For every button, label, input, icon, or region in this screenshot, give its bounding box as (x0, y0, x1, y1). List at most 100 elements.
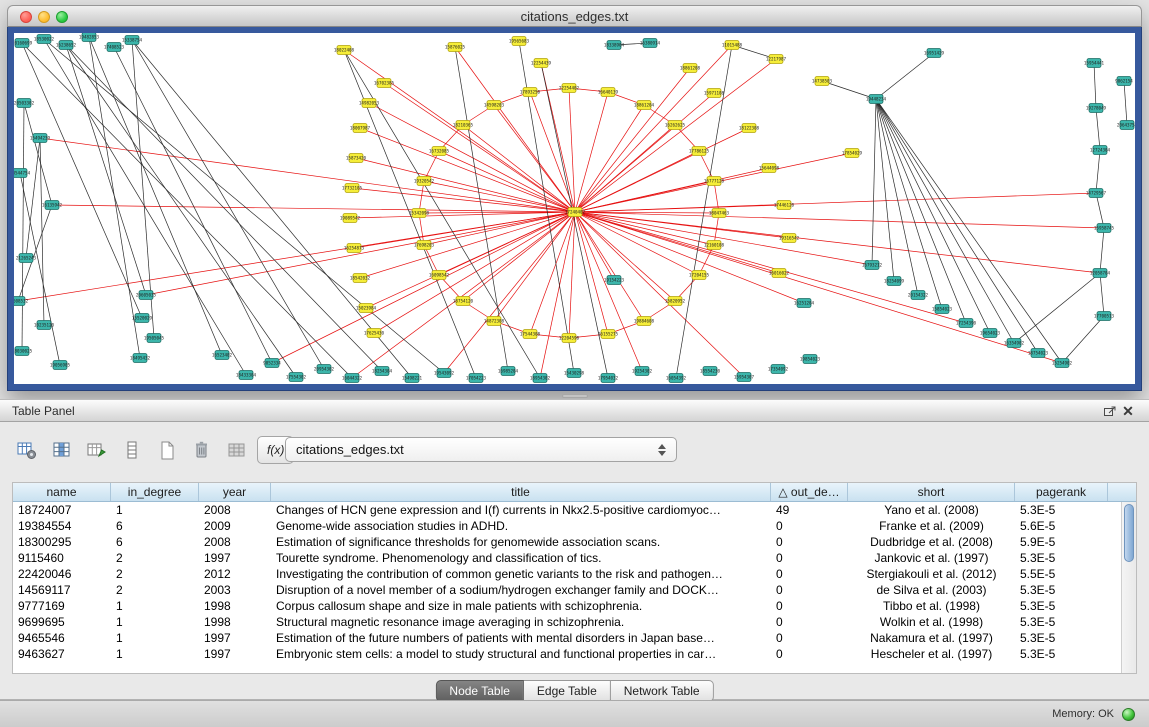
cell-out_degree[interactable]: 0 (771, 519, 848, 533)
cell-name[interactable]: 9777169 (13, 599, 111, 613)
cell-in_degree[interactable]: 1 (111, 647, 199, 661)
cell-title[interactable]: Corpus callosum shape and size in male p… (271, 599, 771, 613)
cell-title[interactable]: Investigating the contribution of common… (271, 567, 771, 581)
graph-node[interactable]: 9862154 (1115, 77, 1133, 86)
table-row[interactable]: 969969511998Structural magnetic resonanc… (13, 614, 1136, 630)
select-columns-icon[interactable] (47, 436, 77, 464)
graph-node[interactable]: 19254302 (632, 367, 653, 376)
graph-node[interactable]: 12204590 (559, 334, 580, 343)
graph-node[interactable]: 18544754 (14, 169, 31, 178)
graph-node[interactable]: 20954302 (314, 365, 335, 374)
float-panel-icon[interactable] (1101, 403, 1119, 419)
graph-node[interactable]: 19884608 (634, 317, 655, 326)
graph-node[interactable]: 12058704 (1090, 269, 1111, 278)
cell-name[interactable]: 19384554 (13, 519, 111, 533)
cell-name[interactable]: 9465546 (13, 631, 111, 645)
cell-year[interactable]: 1997 (199, 551, 271, 565)
cell-title[interactable]: Changes of HCN gene expression and I(f) … (271, 503, 771, 517)
graph-node[interactable]: 14598203 (484, 101, 505, 110)
cell-name[interactable]: 22420046 (13, 567, 111, 581)
graph-node[interactable]: 18122308 (739, 124, 760, 133)
graph-node[interactable]: 19316542 (779, 234, 800, 243)
minimize-button[interactable] (38, 11, 50, 23)
cell-out_degree[interactable]: 0 (771, 535, 848, 549)
graph-node[interactable]: 17893250 (520, 88, 541, 97)
graph-node[interactable]: 12254439 (531, 59, 552, 68)
cell-name[interactable]: 9115460 (13, 551, 111, 565)
cell-short[interactable]: de Silva et al. (2003) (848, 583, 1015, 597)
graph-node[interactable]: 16044322 (342, 374, 363, 383)
table-row[interactable]: 1830029562008Estimation of significance … (13, 534, 1136, 550)
graph-node[interactable]: 16262625 (665, 121, 686, 130)
graph-node[interactable]: 19565683 (509, 37, 530, 46)
graph-node[interactable]: 16254873 (344, 244, 365, 253)
cell-short[interactable]: Wolkin et al. (1998) (848, 615, 1015, 629)
graph-node[interactable]: 18861204 (634, 101, 655, 110)
graph-node[interactable]: 20154322 (908, 291, 929, 300)
graph-node[interactable]: 15494239 (30, 134, 51, 143)
cell-title[interactable]: Disruption of a novel member of a sodium… (271, 583, 771, 597)
cell-title[interactable]: Tourette syndrome. Phenomenology and cla… (271, 551, 771, 565)
cell-short[interactable]: Stergiakouli et al. (2012) (848, 567, 1015, 581)
cell-name[interactable]: 18300295 (13, 535, 111, 549)
graph-node[interactable]: 9852334 (263, 359, 281, 368)
column-header-title[interactable]: title (271, 483, 771, 501)
graph-node[interactable]: 20643754 (1117, 121, 1135, 130)
cell-out_degree[interactable]: 0 (771, 583, 848, 597)
edit-table-icon[interactable] (82, 436, 112, 464)
column-header-pagerank[interactable]: pagerank (1015, 483, 1108, 501)
cell-short[interactable]: Hescheler et al. (1997) (848, 647, 1015, 661)
network-canvas[interactable]: 2016069918530022162386521948285317408523… (14, 33, 1135, 384)
graph-node[interactable]: 16793212 (862, 261, 883, 270)
graph-node[interactable]: 18254304 (372, 367, 393, 376)
graph-node[interactable]: 19154223 (604, 276, 625, 285)
graph-node[interactable]: 19089542 (340, 214, 361, 223)
cell-in_degree[interactable]: 2 (111, 551, 199, 565)
graph-node[interactable]: 18030025 (14, 347, 33, 356)
graph-node[interactable]: 16380914 (640, 39, 661, 48)
cell-pagerank[interactable]: 5.3E-5 (1015, 615, 1108, 629)
cell-in_degree[interactable]: 1 (111, 503, 199, 517)
cell-name[interactable]: 9699695 (13, 615, 111, 629)
cell-out_degree[interactable]: 0 (771, 615, 848, 629)
cell-out_degree[interactable]: 0 (771, 551, 848, 565)
cell-pagerank[interactable]: 5.3E-5 (1015, 503, 1108, 517)
cell-in_degree[interactable]: 6 (111, 519, 199, 533)
graph-node[interactable]: 16098542 (429, 271, 450, 280)
graph-node[interactable]: 17554302 (286, 373, 307, 382)
graph-node[interactable]: 15644098 (759, 164, 780, 173)
graph-node[interactable]: 15338754 (122, 36, 143, 45)
graph-node[interactable]: 19854023 (800, 355, 821, 364)
graph-node[interactable]: 19482853 (79, 33, 100, 42)
graph-node[interactable]: 15608532 (14, 297, 29, 306)
graph-node[interactable]: 20503302 (14, 99, 35, 108)
cell-year[interactable]: 1998 (199, 599, 271, 613)
table-scrollbar-thumb[interactable] (1124, 504, 1134, 562)
graph-node[interactable]: 19505045 (144, 334, 165, 343)
graph-node[interactable]: 18210365 (453, 121, 474, 130)
graph-node[interactable]: 18754120 (453, 297, 474, 306)
graph-node[interactable]: 22254402 (559, 84, 580, 93)
graph-node[interactable]: 18754023 (1028, 349, 1049, 358)
table-row[interactable]: 946554611997Estimation of the future num… (13, 630, 1136, 646)
graph-node[interactable]: 16238652 (56, 41, 77, 50)
graph-node[interactable]: 17408523 (104, 43, 125, 52)
close-button[interactable] (20, 11, 32, 23)
graph-node[interactable]: 15854023 (932, 305, 953, 314)
cell-in_degree[interactable]: 2 (111, 583, 199, 597)
cell-short[interactable]: Tibbo et al. (1998) (848, 599, 1015, 613)
cell-in_degree[interactable]: 2 (111, 567, 199, 581)
cell-pagerank[interactable]: 5.3E-5 (1015, 631, 1108, 645)
cell-pagerank[interactable]: 5.3E-5 (1015, 551, 1108, 565)
column-header-name[interactable]: name (13, 483, 111, 501)
table-row[interactable]: 2242004622012Investigating the contribut… (13, 566, 1136, 582)
graph-node[interactable]: 16251204 (794, 299, 815, 308)
graph-node[interactable]: 21265243 (16, 254, 37, 263)
delete-column-icon[interactable] (187, 436, 217, 464)
cell-short[interactable]: Franke et al. (2009) (848, 519, 1015, 533)
column-header-short[interactable]: short (848, 483, 1015, 501)
cell-name[interactable]: 9463627 (13, 647, 111, 661)
cell-out_degree[interactable]: 0 (771, 647, 848, 661)
table-row[interactable]: 1872400712008Changes of HCN gene express… (13, 502, 1136, 518)
cell-short[interactable]: Dudbridge et al. (2008) (848, 535, 1015, 549)
